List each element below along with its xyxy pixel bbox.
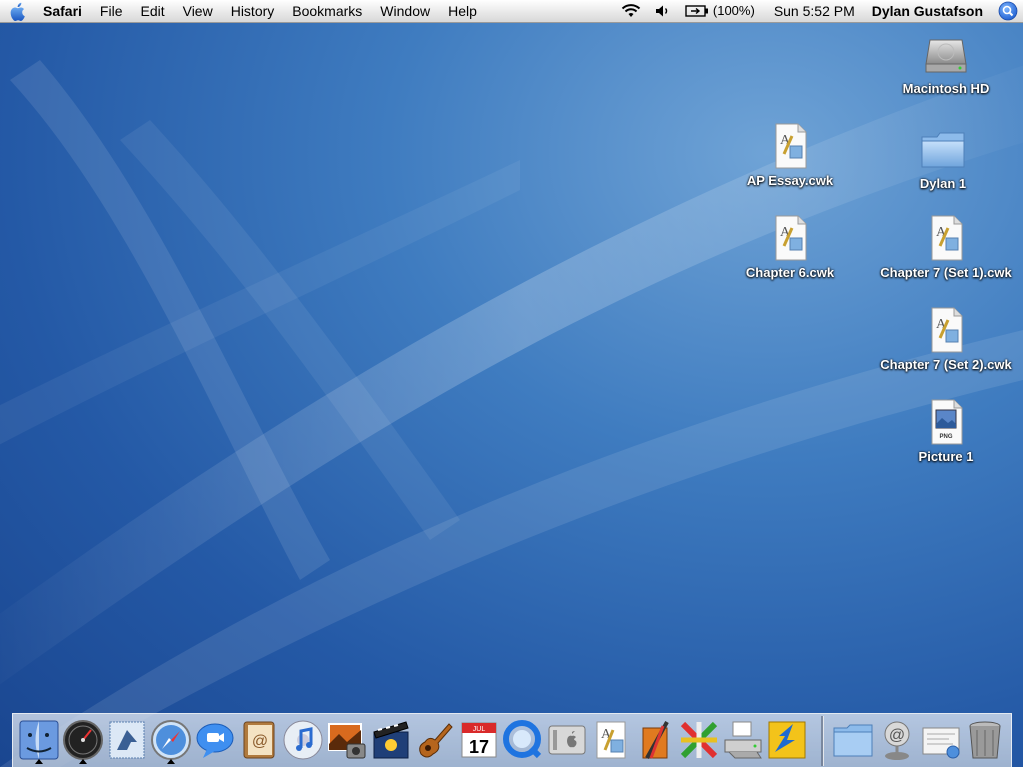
desktop-icon-label: Picture 1: [918, 449, 974, 464]
user-menu[interactable]: Dylan Gustafson: [865, 0, 993, 22]
dock-dashboard[interactable]: [61, 718, 105, 764]
desktop-icon-picture-1[interactable]: PNG Picture 1: [876, 398, 1016, 465]
ical-day: 17: [469, 737, 489, 757]
spotlight-icon[interactable]: [993, 0, 1023, 22]
folder-icon: [921, 132, 965, 168]
mail-icon: [109, 721, 145, 759]
volume-status-icon[interactable]: [648, 4, 678, 18]
desktop-icon-ap-essay[interactable]: A AP Essay.cwk: [720, 122, 860, 189]
garageband-icon: [419, 723, 453, 758]
running-indicator: [35, 759, 43, 764]
finder-icon: [19, 720, 59, 760]
dock-safari[interactable]: [149, 718, 193, 764]
ical-icon: JUL 17: [461, 722, 497, 758]
dashboard-icon: [63, 720, 103, 760]
dock: @ JUL 17 A @: [12, 713, 1012, 767]
desktop-icon-label: Chapter 7 (Set 1).cwk: [880, 265, 1012, 280]
desktop-icon-label: AP Essay.cwk: [746, 173, 834, 188]
battery-icon: [685, 5, 708, 17]
menu-history[interactable]: History: [222, 0, 284, 22]
ical-month: JUL: [473, 726, 486, 733]
desktop-icon-chapter-7-set-1[interactable]: A Chapter 7 (Set 1).cwk: [876, 214, 1016, 281]
quicktime-icon: [503, 720, 542, 759]
appleworks-document-icon: A: [775, 123, 807, 169]
desktop-wallpaper: [0, 0, 1023, 767]
dock-address-book[interactable]: @: [237, 718, 281, 762]
wifi-status-icon[interactable]: [614, 3, 648, 19]
itunes-icon: [283, 720, 323, 760]
desktop-icon-label: Dylan 1: [919, 176, 967, 191]
crossover-icon: [680, 721, 718, 759]
appleworks-document-icon: A: [775, 215, 807, 261]
dock-finder[interactable]: [17, 718, 61, 764]
art-tool-icon: [642, 721, 669, 759]
utility-app-icon: [768, 721, 806, 759]
appleworks-document-icon: A: [931, 215, 963, 261]
dock-itunes[interactable]: [281, 718, 325, 762]
trash-icon: [969, 721, 1001, 759]
desktop-icon-label: Chapter 7 (Set 2).cwk: [880, 357, 1012, 372]
dock-mail-document[interactable]: [919, 718, 963, 762]
apple-menu-icon[interactable]: [0, 0, 34, 22]
dock-printer[interactable]: [721, 718, 765, 762]
address-book-icon: @: [243, 721, 275, 759]
png-badge: PNG: [939, 434, 952, 440]
dock-trash[interactable]: [963, 718, 1007, 762]
app-menu-safari[interactable]: Safari: [34, 0, 91, 22]
desktop-icon-label: Macintosh HD: [902, 81, 990, 96]
desktop-icon-chapter-7-set-2[interactable]: A Chapter 7 (Set 2).cwk: [876, 306, 1016, 373]
dock-mail[interactable]: [105, 718, 149, 762]
menu-window[interactable]: Window: [371, 0, 439, 22]
hard-drive-icon: [925, 39, 967, 73]
iphoto-icon: [328, 723, 366, 759]
desktop-icon-dylan-1-folder[interactable]: Dylan 1: [873, 125, 1013, 192]
png-image-icon: PNG: [931, 399, 963, 445]
printer-icon: [724, 721, 762, 759]
svg-text:@: @: [889, 727, 905, 744]
dock-utility-app[interactable]: [765, 718, 809, 762]
menu-file[interactable]: File: [91, 0, 132, 22]
appleworks-icon: A: [596, 721, 626, 759]
dock-iphoto[interactable]: [325, 718, 369, 762]
dock-system-preferences[interactable]: [545, 718, 589, 762]
appleworks-document-icon: A: [931, 307, 963, 353]
dock-imovie[interactable]: [369, 718, 413, 762]
menu-view[interactable]: View: [174, 0, 222, 22]
dock-network[interactable]: @: [875, 718, 919, 762]
battery-percent: (100%): [712, 3, 755, 18]
safari-icon: [151, 720, 191, 760]
svg-text:@: @: [252, 733, 268, 750]
system-preferences-icon: [548, 725, 586, 755]
dock-ichat[interactable]: [193, 718, 237, 762]
desktop-icon-chapter-6[interactable]: A Chapter 6.cwk: [720, 214, 860, 281]
running-indicator: [79, 759, 87, 764]
dock-appleworks[interactable]: A: [589, 718, 633, 762]
desktop-icon-macintosh-hd[interactable]: Macintosh HD: [876, 30, 1016, 97]
applications-folder-icon: [833, 724, 873, 757]
mail-document-icon: [922, 727, 960, 759]
menu-bar: Safari File Edit View History Bookmarks …: [0, 0, 1023, 23]
imovie-icon: [373, 721, 409, 759]
dock-applications-folder[interactable]: [831, 718, 875, 762]
dock-ical[interactable]: JUL 17: [457, 718, 501, 762]
running-indicator: [167, 759, 175, 764]
ichat-icon: [196, 723, 234, 758]
desktop-icon-label: Chapter 6.cwk: [745, 265, 835, 280]
network-icon: @: [884, 721, 910, 760]
battery-status[interactable]: (100%): [678, 0, 762, 22]
dock-art-tool[interactable]: [633, 718, 677, 762]
menu-help[interactable]: Help: [439, 0, 486, 22]
menu-edit[interactable]: Edit: [131, 0, 173, 22]
menu-bookmarks[interactable]: Bookmarks: [283, 0, 371, 22]
dock-garageband[interactable]: [413, 718, 457, 762]
dock-separator: [821, 716, 824, 766]
dock-quicktime[interactable]: [501, 718, 545, 762]
dock-crossover[interactable]: [677, 718, 721, 762]
menu-clock[interactable]: Sun 5:52 PM: [762, 0, 865, 22]
